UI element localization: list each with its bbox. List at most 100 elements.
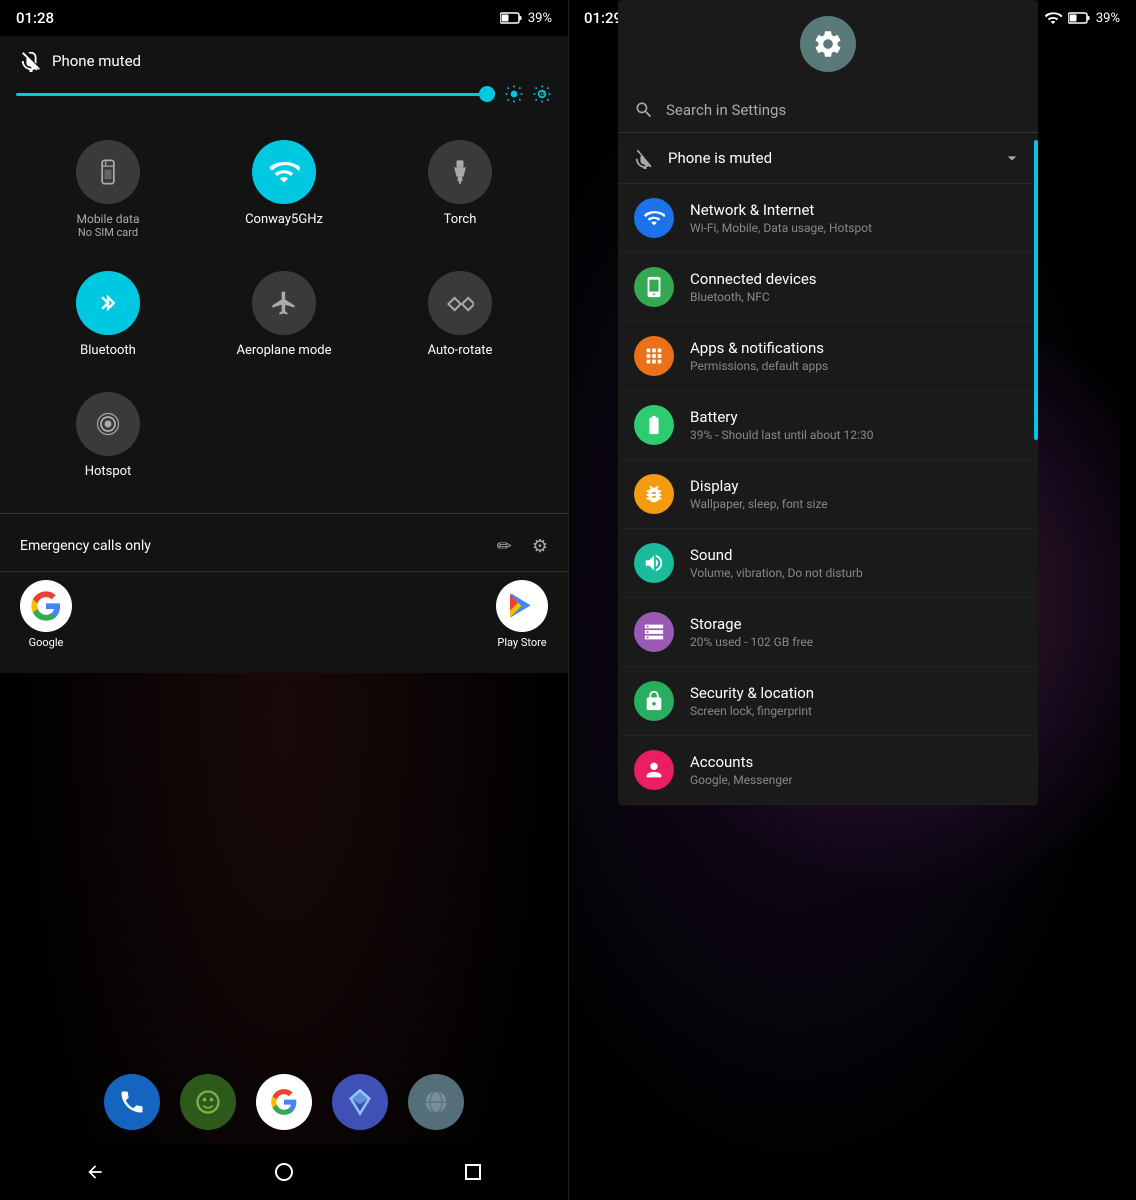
tile-aeroplane[interactable]: Aeroplane mode (196, 255, 372, 376)
wifi-label: Conway5GHz (245, 212, 323, 229)
network-title: Network & Internet (690, 201, 1022, 219)
wifi-status-icon (1044, 9, 1062, 27)
settings-muted-left: Phone is muted (634, 147, 772, 169)
display-icon-circle (634, 474, 674, 514)
security-title: Security & location (690, 684, 1022, 702)
settings-gear-circle (800, 16, 856, 72)
auto-brightness-icon: A (532, 84, 552, 104)
settings-panel: Search in Settings Phone is muted (618, 0, 1038, 805)
brightness-track[interactable] (16, 93, 494, 96)
notification-panel: Phone muted A (0, 36, 568, 673)
airplane-icon (270, 289, 298, 317)
partial-app-google[interactable]: Google (20, 580, 72, 649)
wifi-icon (268, 156, 300, 188)
back-button-left[interactable] (75, 1152, 115, 1192)
phone-muted-text: Phone muted (52, 52, 141, 70)
security-icon-circle (634, 681, 674, 721)
brightness-row[interactable]: A (0, 80, 568, 116)
partial-app-playstore[interactable]: Play Store (496, 580, 548, 649)
right-panel: 01:29 39% (568, 0, 1136, 1200)
apps-subtitle: Permissions, default apps (690, 359, 1022, 373)
battery-icon-right (1068, 12, 1090, 24)
torch-label: Torch (444, 212, 477, 229)
recents-icon-left (465, 1164, 481, 1180)
settings-item-battery[interactable]: Battery 39% - Should last until about 12… (618, 391, 1038, 460)
dock-google2[interactable] (256, 1074, 312, 1130)
tiles-grid: Mobile data No SIM card Conway5GHz (0, 116, 568, 505)
apps-icon-circle (634, 336, 674, 376)
tile-mobile-data[interactable]: Mobile data No SIM card (20, 124, 196, 255)
settings-muted-row[interactable]: Phone is muted (618, 133, 1038, 184)
search-bar[interactable]: Search in Settings (618, 88, 1038, 133)
settings-header (618, 0, 1038, 88)
battery-settings-icon (643, 414, 665, 436)
settings-item-apps[interactable]: Apps & notifications Permissions, defaul… (618, 322, 1038, 391)
storage-text: Storage 20% used - 102 GB free (690, 615, 1022, 649)
brightness-thumb[interactable] (479, 86, 495, 102)
bluetooth-label: Bluetooth (80, 343, 136, 360)
diamond-app-icon (346, 1088, 374, 1116)
settings-item-display[interactable]: Display Wallpaper, sleep, font size (618, 460, 1038, 529)
settings-mute-icon (634, 147, 656, 169)
accounts-icon (643, 759, 665, 781)
edit-icon[interactable]: ✏ (497, 536, 512, 557)
hotspot-icon-bg (76, 392, 140, 456)
accounts-subtitle: Google, Messenger (690, 773, 1022, 787)
settings-icon[interactable]: ⚙ (532, 536, 548, 557)
search-placeholder: Search in Settings (666, 101, 786, 119)
back-icon-left (85, 1162, 105, 1182)
apps-text: Apps & notifications Permissions, defaul… (690, 339, 1022, 373)
search-icon (634, 100, 654, 120)
tile-autorotate[interactable]: Auto-rotate (372, 255, 548, 376)
settings-item-accounts[interactable]: Accounts Google, Messenger (618, 736, 1038, 805)
playstore-label: Play Store (497, 636, 546, 649)
google-label: Google (29, 636, 64, 649)
hotspot-icon (94, 410, 122, 438)
bluetooth-icon (94, 289, 122, 317)
bluetooth-icon-bg (76, 271, 140, 335)
sound-title: Sound (690, 546, 1022, 564)
tile-bluetooth[interactable]: Bluetooth (20, 255, 196, 376)
connected-icon (643, 276, 665, 298)
sim-icon (94, 158, 122, 186)
home-button-left[interactable] (264, 1152, 304, 1192)
app-dock-left (0, 1064, 568, 1140)
display-title: Display (690, 477, 1022, 495)
google-app-icon (270, 1088, 298, 1116)
partial-apps: Google Play Store (0, 571, 568, 657)
tile-hotspot[interactable]: Hotspot (20, 376, 196, 497)
settings-item-connected[interactable]: Connected devices Bluetooth, NFC (618, 253, 1038, 322)
settings-item-sound[interactable]: Sound Volume, vibration, Do not disturb (618, 529, 1038, 598)
sphere-app-icon (422, 1088, 450, 1116)
storage-title: Storage (690, 615, 1022, 633)
recents-button-left[interactable] (453, 1152, 493, 1192)
dock-face[interactable] (180, 1074, 236, 1130)
home-icon-left (275, 1163, 293, 1181)
display-icon (643, 483, 665, 505)
sound-icon-circle (634, 543, 674, 583)
settings-item-storage[interactable]: Storage 20% used - 102 GB free (618, 598, 1038, 667)
settings-muted-text: Phone is muted (668, 149, 772, 167)
sound-subtitle: Volume, vibration, Do not disturb (690, 566, 1022, 580)
sound-text: Sound Volume, vibration, Do not disturb (690, 546, 1022, 580)
battery-text: Battery 39% - Should last until about 12… (690, 408, 1022, 442)
tile-torch[interactable]: Torch (372, 124, 548, 255)
network-text: Network & Internet Wi-Fi, Mobile, Data u… (690, 201, 1022, 235)
settings-item-security[interactable]: Security & location Screen lock, fingerp… (618, 667, 1038, 736)
tile-wifi[interactable]: Conway5GHz (196, 124, 372, 255)
hotspot-label: Hotspot (85, 464, 132, 481)
storage-subtitle: 20% used - 102 GB free (690, 635, 1022, 649)
autorotate-icon-bg (428, 271, 492, 335)
settings-item-network[interactable]: Network & Internet Wi-Fi, Mobile, Data u… (618, 184, 1038, 253)
accounts-icon-circle (634, 750, 674, 790)
chevron-down-icon (1002, 148, 1022, 168)
google-icon (30, 590, 62, 622)
torch-icon (446, 158, 474, 186)
mobile-data-subtitle: No SIM card (77, 226, 140, 239)
dock-sphere[interactable] (408, 1074, 464, 1130)
time-left: 01:28 (16, 9, 54, 27)
panel-divider (0, 513, 568, 514)
accounts-text: Accounts Google, Messenger (690, 753, 1022, 787)
dock-phone[interactable] (104, 1074, 160, 1130)
dock-diamond[interactable] (332, 1074, 388, 1130)
